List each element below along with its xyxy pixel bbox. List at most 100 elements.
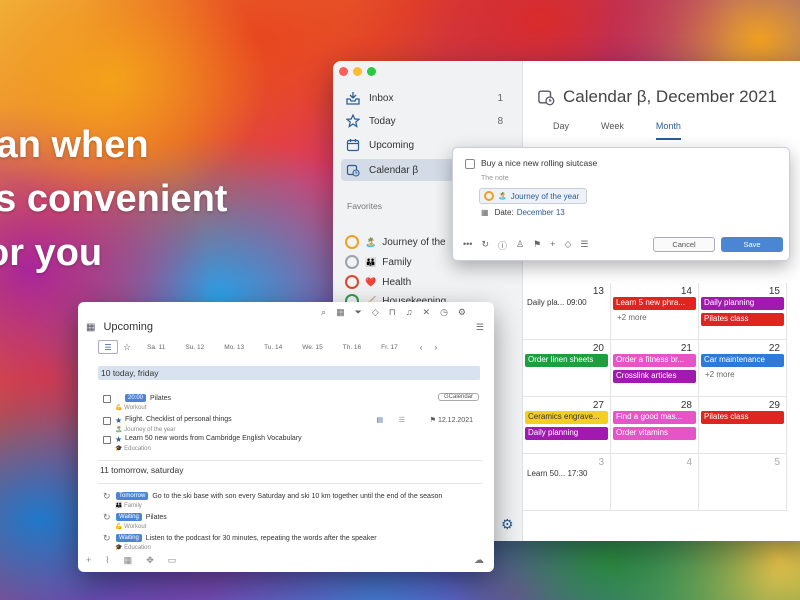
day-cell[interactable]: 27 Ceramics engrave... Daily planning — [523, 397, 611, 454]
add-icon[interactable]: + — [550, 239, 555, 252]
calendar-clock-icon — [537, 88, 555, 106]
day-cell[interactable]: 15 Daily planning Pilates class — [699, 283, 787, 340]
attachment-icon[interactable]: ⌇ — [105, 555, 109, 566]
calendar-icon[interactable]: ▦ — [336, 307, 345, 318]
list-view-icon[interactable]: ☰ — [98, 340, 118, 354]
calendar-event[interactable]: Learn 50... 17:30 — [525, 468, 608, 481]
close-icon[interactable]: ✕ — [423, 307, 431, 318]
calendar-event[interactable]: Order a fitness br... — [613, 354, 696, 367]
star-icon[interactable]: ☆ — [123, 342, 131, 353]
add-icon[interactable]: + — [86, 555, 91, 566]
inbox-icon[interactable]: ⊓ — [389, 307, 396, 318]
tag-icon[interactable]: ◇ — [372, 307, 379, 318]
day-cell[interactable]: 13 Daily pla... 09:00 — [523, 283, 611, 340]
repeat-icon[interactable]: ↻ — [481, 239, 489, 252]
day-cell[interactable]: 21 Order a fitness br... Crosslink article… — [611, 340, 699, 397]
day-cell[interactable]: 14 Learn 5 new phra... +2 more — [611, 283, 699, 340]
task-title-wrap: Waiting Listen to the podcast for 30 min… — [116, 534, 377, 542]
sidebar-item-label: Calendar β — [369, 164, 419, 176]
date-field[interactable]: ▦ Date: December 13 — [481, 208, 565, 217]
bell-icon[interactable]: ♫ — [406, 307, 413, 318]
calendar-event[interactable]: Order vitamins — [613, 427, 696, 440]
more-events-link[interactable]: +2 more — [705, 370, 735, 379]
favorite-label: Journey of the — [382, 236, 446, 248]
calendar-event[interactable]: Find a good mas... — [613, 411, 696, 424]
day-cell[interactable]: 3 Learn 50... 17:30 — [523, 454, 611, 511]
heart-icon: ❤️ — [365, 276, 377, 287]
favorite-family[interactable]: 👪 Family — [345, 252, 412, 272]
tab-month[interactable]: Month — [655, 121, 681, 140]
calendar-event[interactable]: Ceramics engrave... — [525, 411, 608, 424]
day-chip[interactable]: Su. 12 — [185, 344, 204, 351]
favorite-journey[interactable]: 🏝️ Journey of the — [345, 232, 446, 252]
settings-gear-icon[interactable]: ⚙ — [501, 516, 514, 533]
calendar-event[interactable]: Crosslink articles — [613, 370, 696, 383]
menu-icon[interactable]: ☰ — [476, 322, 484, 333]
timer-icon[interactable]: ◷ — [440, 307, 448, 318]
tab-day[interactable]: Day — [553, 121, 569, 140]
more-icon[interactable]: ••• — [463, 239, 472, 252]
task-checkbox[interactable] — [103, 436, 111, 444]
status-badge: Waiting — [116, 534, 142, 542]
day-chip[interactable]: Mo. 13 — [224, 344, 244, 351]
checklist-icon[interactable]: ☰ — [580, 239, 588, 252]
cloud-sync-icon[interactable]: ☁ — [474, 555, 484, 566]
day-chip[interactable]: Th. 16 — [343, 344, 361, 351]
project-circle-icon — [345, 235, 359, 249]
day-number: 4 — [686, 457, 692, 468]
due-date-wrap: ⚑ 12.12.2021 — [430, 416, 473, 424]
flag-icon[interactable]: ⚑ — [533, 239, 541, 252]
task-title-input[interactable]: Buy a nice new rolling siutcase — [481, 158, 597, 168]
day-cell[interactable]: 4 — [611, 454, 699, 511]
calendar-event[interactable]: Pilates class — [701, 411, 784, 424]
day-chip[interactable]: Tu. 14 — [264, 344, 282, 351]
sidebar-item-inbox[interactable]: Inbox 1 — [341, 87, 511, 109]
archive-icon[interactable]: ▭ — [168, 555, 177, 566]
day-cell[interactable]: 5 — [699, 454, 787, 511]
star-icon: ★ — [115, 416, 123, 425]
chevron-right-icon[interactable]: › — [434, 343, 437, 352]
gear-icon[interactable]: ⚙ — [458, 307, 466, 318]
sidebar-item-today[interactable]: Today 8 — [341, 110, 511, 132]
close-button[interactable] — [339, 67, 348, 76]
task-title: Listen to the podcast for 30 minutes, re… — [145, 534, 377, 542]
day-cell[interactable]: 22 Car maintenance +2 more — [699, 340, 787, 397]
day-cell[interactable]: 20 Order linen sheets — [523, 340, 611, 397]
day-cell[interactable]: 28 Find a good mas... Order vitamins — [611, 397, 699, 454]
cancel-button[interactable]: Cancel — [653, 237, 715, 252]
grid-icon[interactable]: ▦ — [124, 555, 133, 566]
project-selector[interactable]: 🏝️ Journey of the year — [479, 188, 587, 204]
zoom-button[interactable] — [367, 67, 376, 76]
filter-icon[interactable]: ⏷ — [355, 307, 362, 318]
priority-icon[interactable]: ⓘ — [498, 239, 507, 252]
chevron-left-icon[interactable]: ‹ — [420, 343, 423, 352]
save-button[interactable]: Save — [721, 237, 783, 252]
more-events-link[interactable]: +2 more — [617, 313, 647, 322]
minimize-button[interactable] — [353, 67, 362, 76]
calendar-event[interactable]: Daily planning — [525, 427, 608, 440]
tab-week[interactable]: Week — [601, 121, 624, 140]
search-icon[interactable]: ⌕ — [321, 307, 326, 318]
beach-icon: 🏝️ — [365, 236, 377, 247]
note-field[interactable]: The note — [481, 175, 509, 182]
project-circle-icon — [484, 191, 494, 201]
task-checkbox[interactable] — [103, 395, 111, 403]
calendar-event[interactable]: Daily planning — [701, 297, 784, 310]
task-title: Flight. Checklist of personal things — [125, 416, 232, 423]
calendar-event[interactable]: Pilates class — [701, 313, 784, 326]
day-chip[interactable]: Fr. 17 — [381, 344, 398, 351]
calendar-event[interactable]: Order linen sheets — [525, 354, 608, 367]
day-chip[interactable]: Sa. 11 — [147, 344, 165, 351]
subtasks-icon[interactable]: ♙ — [516, 239, 524, 252]
day-number: 14 — [680, 286, 692, 297]
move-icon[interactable]: ✥ — [146, 555, 154, 566]
favorite-health[interactable]: ❤️ Health — [345, 272, 411, 292]
task-checkbox[interactable] — [103, 417, 111, 425]
tag-icon[interactable]: ◇ — [564, 239, 571, 252]
calendar-event[interactable]: Daily pla... 09:00 — [525, 297, 608, 310]
task-checkbox[interactable] — [465, 159, 475, 169]
day-chip[interactable]: We. 15 — [302, 344, 322, 351]
day-cell[interactable]: 29 Pilates class — [699, 397, 787, 454]
calendar-event[interactable]: Learn 5 new phra... — [613, 297, 696, 310]
calendar-event[interactable]: Car maintenance — [701, 354, 784, 367]
